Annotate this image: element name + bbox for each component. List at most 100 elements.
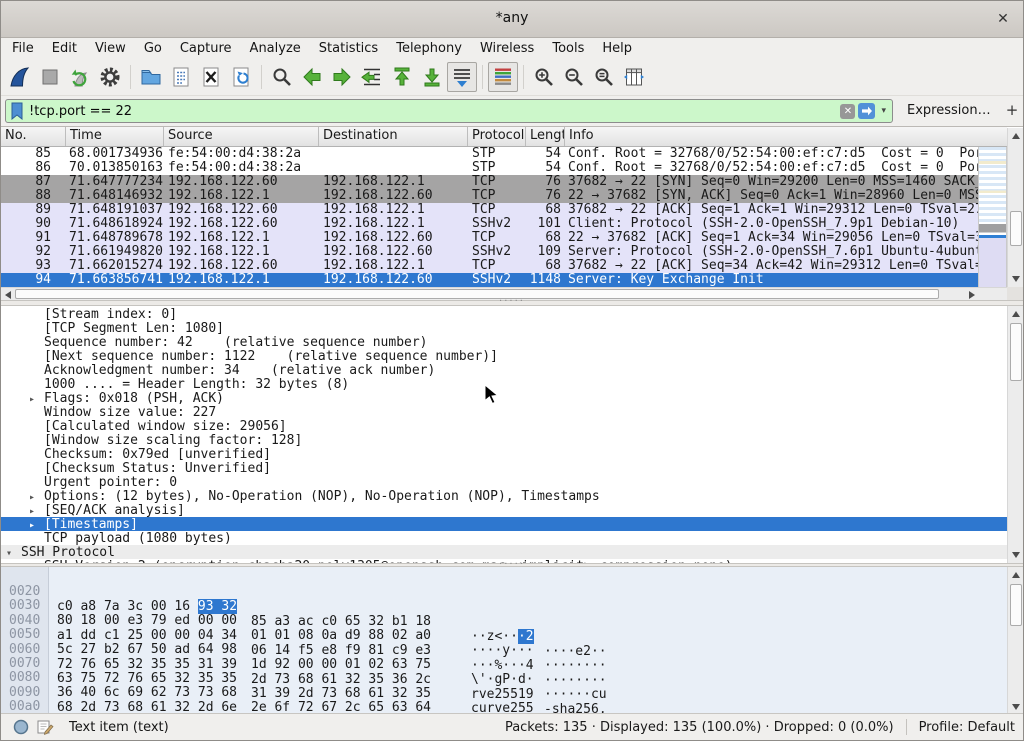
intelligent-scrollbar-minimap[interactable] <box>978 147 1007 287</box>
menu-item[interactable]: Statistics <box>310 39 387 58</box>
menu-item[interactable]: File <box>3 39 43 58</box>
capture-options-button[interactable] <box>95 62 125 92</box>
column-header[interactable]: Destination <box>319 127 468 146</box>
details-vscrollbar[interactable] <box>1007 306 1024 563</box>
open-capture-file-button[interactable] <box>136 62 166 92</box>
packet-row[interactable]: 86 70.013850163 fe:54:00:d4:38:2a STP 54… <box>1 161 978 175</box>
detail-line[interactable]: Window size value: 227 <box>1 405 1007 419</box>
scroll-up-icon[interactable] <box>1012 572 1020 578</box>
hex-row[interactable]: 0090 68 2d 73 68 61 32 2d 6e 69 73 74 70… <box>1 670 1007 684</box>
profile-label[interactable]: Profile: Default <box>919 720 1015 735</box>
menu-item[interactable]: View <box>86 39 135 58</box>
packet-row[interactable]: 88 71.648146932 192.168.122.1 192.168.12… <box>1 189 978 203</box>
column-header[interactable]: No. <box>1 127 66 146</box>
expand-arrow-icon[interactable]: ▸ <box>29 506 44 517</box>
expand-arrow-icon[interactable]: ▸ <box>29 394 44 405</box>
scroll-down-icon[interactable] <box>1012 704 1020 710</box>
capture-comment-icon[interactable] <box>37 719 54 735</box>
hex-vscrollbar[interactable] <box>1007 567 1024 715</box>
reload-capture-file-button[interactable] <box>226 62 256 92</box>
menu-item[interactable]: Capture <box>171 39 241 58</box>
display-filter-input[interactable] <box>29 104 840 119</box>
expand-arrow-icon[interactable]: ▾ <box>6 548 21 559</box>
menu-item[interactable]: Help <box>593 39 641 58</box>
go-to-first-packet-button[interactable] <box>387 62 417 92</box>
detail-line[interactable]: ▾SSH Protocol <box>1 545 1007 559</box>
go-forward-button[interactable] <box>327 62 357 92</box>
display-filter-field[interactable]: ✕ ▾ <box>5 99 893 123</box>
menu-item[interactable]: Tools <box>543 39 593 58</box>
go-to-last-packet-button[interactable] <box>417 62 447 92</box>
filter-history-dropdown-icon[interactable]: ▾ <box>881 106 886 116</box>
packet-row[interactable]: 89 71.648191037 192.168.122.60 192.168.1… <box>1 203 978 217</box>
column-header[interactable]: Protocol <box>468 127 526 146</box>
start-capture-button[interactable] <box>5 62 35 92</box>
go-to-packet-button[interactable] <box>357 62 387 92</box>
hex-row[interactable]: 0020 c0 a8 7a 3c 00 16 93 32 85 a3 ac c0… <box>1 569 1007 583</box>
detail-line[interactable]: Checksum: 0x79ed [unverified] <box>1 447 1007 461</box>
packet-row[interactable]: 85 68.001734936 fe:54:00:d4:38:2a STP 54… <box>1 147 978 161</box>
go-back-button[interactable] <box>297 62 327 92</box>
save-capture-file-button[interactable] <box>166 62 196 92</box>
menu-item[interactable]: Telephony <box>387 39 471 58</box>
packet-row[interactable]: 92 71.661949820 192.168.122.1 192.168.12… <box>1 245 978 259</box>
detail-line[interactable]: TCP payload (1080 bytes) <box>1 531 1007 545</box>
detail-line[interactable]: [Stream index: 0] <box>1 307 1007 321</box>
scroll-left-icon[interactable] <box>5 291 11 299</box>
menu-item[interactable]: Go <box>135 39 171 58</box>
expert-info-icon[interactable] <box>13 719 29 735</box>
auto-scroll-toggle-button[interactable] <box>447 62 477 92</box>
detail-line[interactable]: ▸[Timestamps] <box>1 517 1007 531</box>
expression-button[interactable]: Expression… <box>907 103 991 118</box>
hex-row[interactable]: 0070 63 75 72 76 65 32 35 35 31 39 2d 73… <box>1 641 1007 655</box>
detail-line[interactable]: [Next sequence number: 1122 (relative se… <box>1 349 1007 363</box>
bookmark-icon[interactable] <box>10 102 24 120</box>
hex-row[interactable]: 0030 80 18 00 e3 79 ed 00 00 01 01 08 0a… <box>1 583 1007 597</box>
scroll-right-icon[interactable] <box>969 291 975 299</box>
packet-list-vscrollbar[interactable] <box>1007 128 1024 287</box>
scroll-thumb[interactable] <box>1010 211 1022 246</box>
stop-capture-button[interactable] <box>35 62 65 92</box>
scroll-thumb[interactable] <box>15 289 939 299</box>
menu-item[interactable]: Wireless <box>471 39 543 58</box>
detail-line[interactable]: 1000 .... = Header Length: 32 bytes (8) <box>1 377 1007 391</box>
zoom-reset-button[interactable] <box>589 62 619 92</box>
detail-line[interactable]: Sequence number: 42 (relative sequence n… <box>1 335 1007 349</box>
scroll-up-icon[interactable] <box>1012 133 1020 139</box>
detail-line[interactable]: ▸Flags: 0x018 (PSH, ACK) <box>1 391 1007 405</box>
detail-line[interactable]: ▸[SEQ/ACK analysis] <box>1 503 1007 517</box>
scroll-up-icon[interactable] <box>1012 311 1020 317</box>
filter-apply-button[interactable] <box>858 103 875 119</box>
find-packet-button[interactable] <box>267 62 297 92</box>
detail-line[interactable]: Acknowledgment number: 34 (relative ack … <box>1 363 1007 377</box>
column-header[interactable]: Length <box>526 127 565 146</box>
packet-row[interactable]: 91 71.648789678 192.168.122.1 192.168.12… <box>1 231 978 245</box>
packet-row[interactable]: 94 71.663856741 192.168.122.1 192.168.12… <box>1 273 978 287</box>
scroll-down-icon[interactable] <box>1012 276 1020 282</box>
hex-row[interactable]: 0050 5c 27 b2 67 50 ad 64 98 1d 92 00 00… <box>1 612 1007 626</box>
scroll-thumb[interactable] <box>1010 323 1022 381</box>
hex-row[interactable]: 0060 72 76 65 32 35 35 31 39 2d 73 68 61… <box>1 627 1007 641</box>
hex-row[interactable]: 0080 36 40 6c 69 62 73 73 68 2e 6f 72 67… <box>1 655 1007 669</box>
column-header[interactable]: Time <box>66 127 164 146</box>
packet-row[interactable]: 90 71.648618924 192.168.122.60 192.168.1… <box>1 217 978 231</box>
colorize-toggle-button[interactable] <box>488 62 518 92</box>
zoom-out-button[interactable] <box>559 62 589 92</box>
hex-row[interactable]: 00a0 65 63 64 68 2d 73 68 61 32 2d 6e 69… <box>1 684 1007 698</box>
detail-line[interactable]: [Calculated window size: 29056] <box>1 419 1007 433</box>
column-header[interactable]: Source <box>164 127 319 146</box>
zoom-in-button[interactable] <box>529 62 559 92</box>
expand-arrow-icon[interactable]: ▸ <box>29 492 44 503</box>
menu-item[interactable]: Analyze <box>241 39 310 58</box>
hex-row[interactable]: 00b0 38 34 2c 65 63 64 68 2d 73 68 61 32… <box>1 699 1007 713</box>
detail-line[interactable]: ▸Options: (12 bytes), No-Operation (NOP)… <box>1 489 1007 503</box>
column-header[interactable]: Info <box>565 127 1007 146</box>
restart-capture-button[interactable] <box>65 62 95 92</box>
close-window-button[interactable]: ✕ <box>993 9 1013 29</box>
detail-line[interactable]: [Checksum Status: Unverified] <box>1 461 1007 475</box>
filter-clear-icon[interactable]: ✕ <box>840 104 855 119</box>
packet-row[interactable]: 93 71.662015274 192.168.122.60 192.168.1… <box>1 259 978 273</box>
detail-line[interactable]: Urgent pointer: 0 <box>1 475 1007 489</box>
detail-line[interactable]: [Window size scaling factor: 128] <box>1 433 1007 447</box>
add-filter-button[interactable]: + <box>1005 101 1019 119</box>
